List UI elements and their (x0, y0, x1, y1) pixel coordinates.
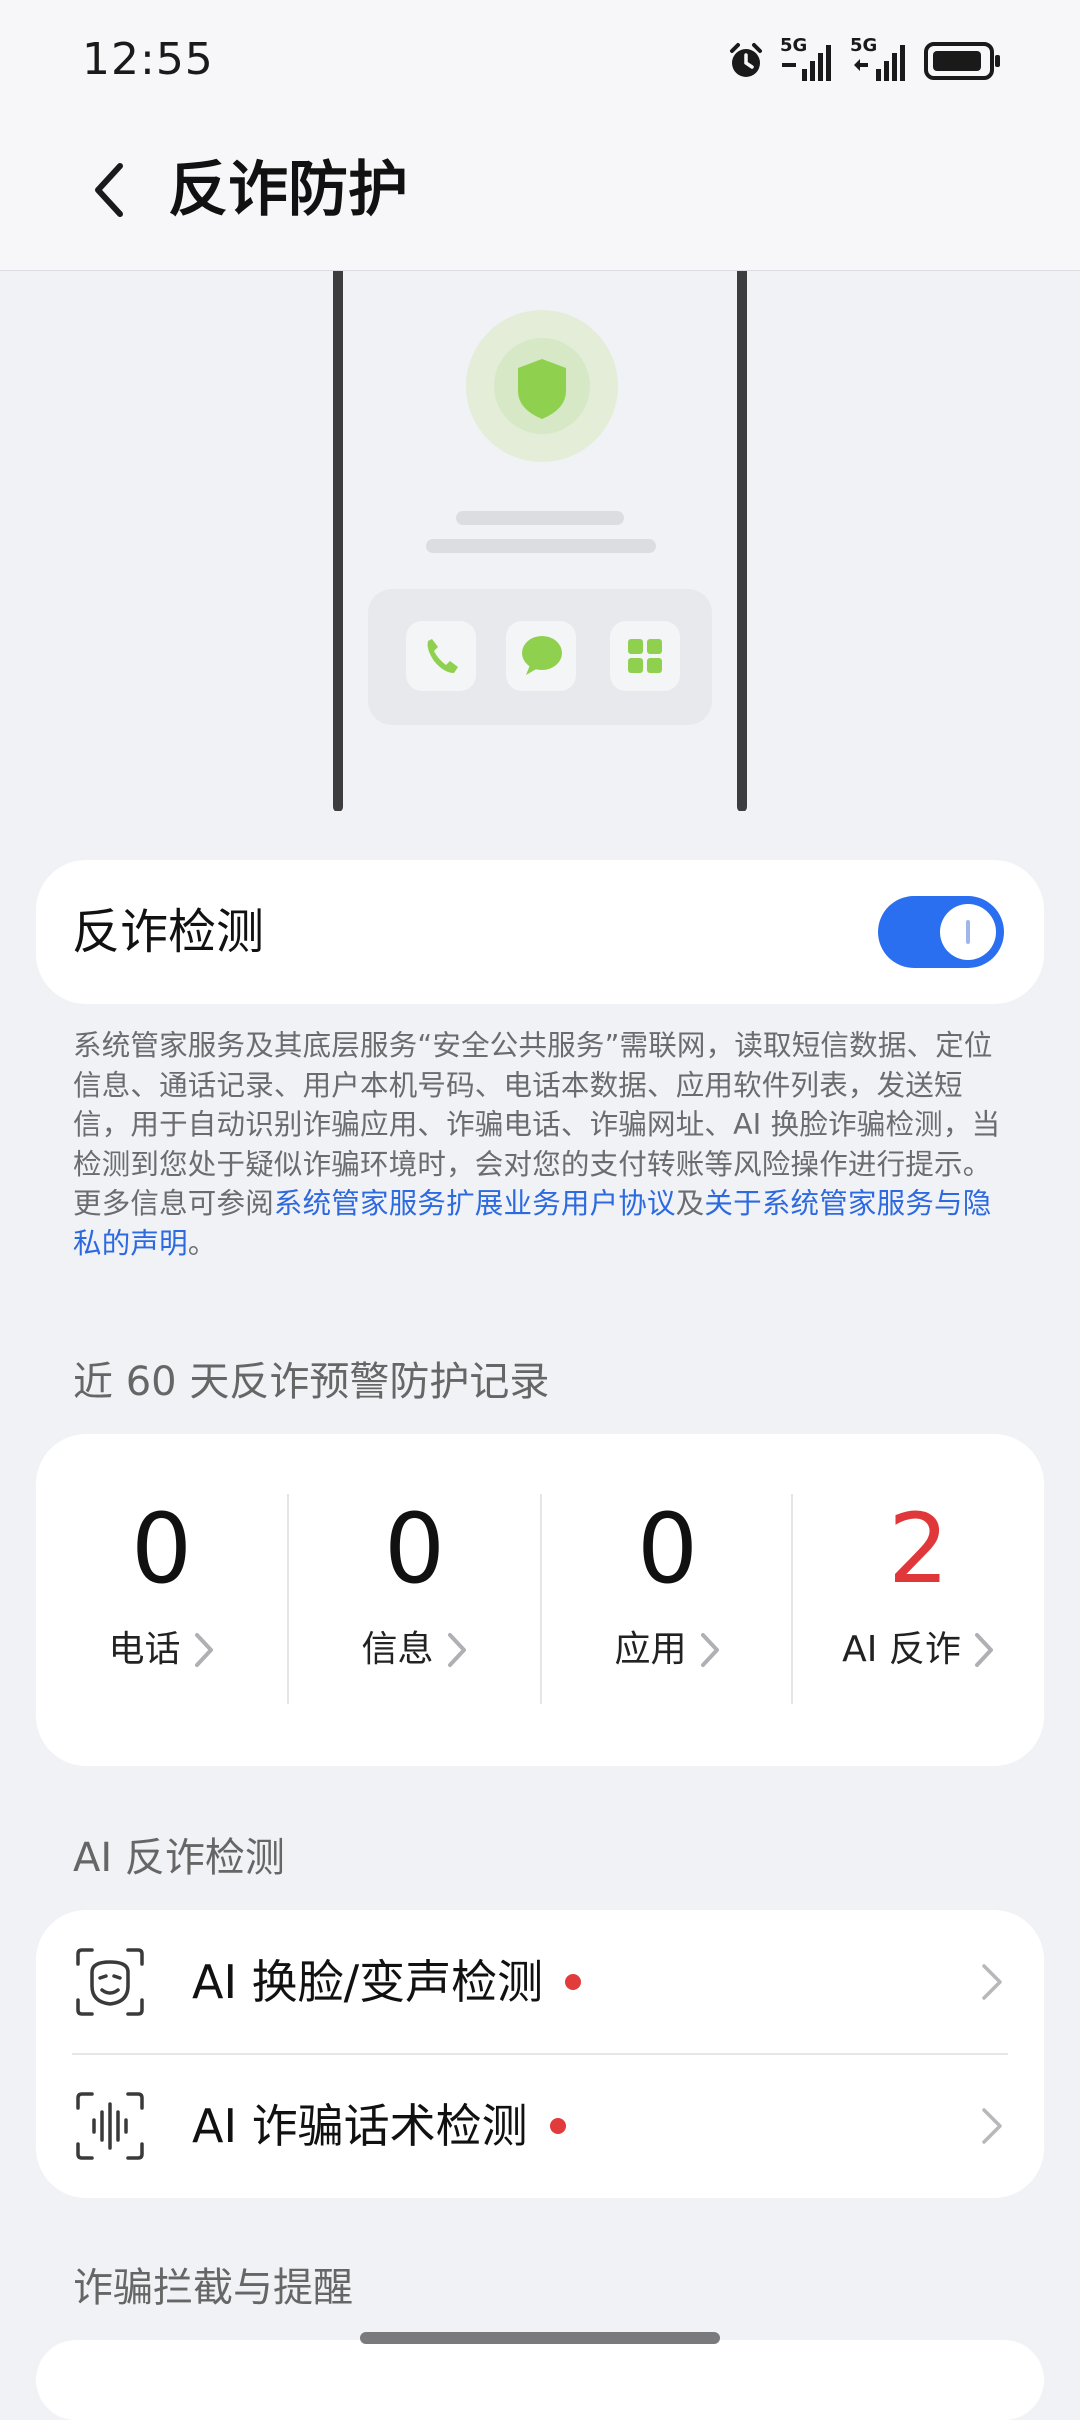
stat-label: 应用 (614, 1629, 687, 1670)
user-agreement-link[interactable]: 系统管家服务扩展业务用户协议 (274, 1187, 676, 1220)
phone-illustration (0, 264, 1080, 812)
stat-messages[interactable]: 0 信息 (289, 1494, 540, 1704)
chevron-right-icon (982, 1964, 1002, 2000)
ai-section-title: AI 反诈检测 (73, 1835, 285, 1881)
anti-fraud-detection-toggle[interactable] (878, 896, 1004, 968)
disclaimer-connector: 及 (675, 1187, 705, 1220)
app-header: 反诈防护 (0, 120, 1080, 271)
stat-value: 0 (636, 1493, 699, 1605)
stat-value: 0 (383, 1493, 446, 1605)
anti-fraud-detection-card: 反诈检测 (36, 860, 1044, 1004)
new-badge-dot (549, 2118, 566, 2134)
stat-ai-fraud[interactable]: 2 AI 反诈 (793, 1494, 1044, 1704)
chevron-right-icon (974, 1633, 993, 1667)
ai-fraud-script-detection-row[interactable]: AI 诈骗话术检测 (36, 2054, 1044, 2198)
page-title: 反诈防护 (168, 155, 408, 225)
home-indicator[interactable] (360, 2332, 720, 2344)
stat-label: AI 反诈 (842, 1629, 961, 1670)
chevron-right-icon (447, 1633, 466, 1667)
disclaimer-end: 。 (187, 1226, 217, 1260)
toggle-knob (940, 904, 996, 960)
chevron-right-icon (700, 1633, 719, 1667)
signal-indicator-2: 5G (850, 35, 910, 83)
ai-detection-card: AI 换脸/变声检测 AI 诈骗话术检测 (36, 1910, 1044, 2198)
ai-item-label: AI 诈骗话术检测 (192, 2099, 528, 2153)
battery-icon (924, 42, 1000, 80)
phone-shield-illustration (331, 264, 747, 812)
stat-value: 0 (130, 1493, 193, 1605)
stat-calls[interactable]: 0 电话 (36, 1494, 287, 1704)
signal-bars-icon (782, 45, 831, 81)
chevron-right-icon (982, 2108, 1002, 2144)
privacy-disclaimer: 系统管家服务及其底层服务“安全公共服务”需联网，读取短信数据、定位信息、通话记录… (73, 1026, 1018, 1263)
stat-apps[interactable]: 0 应用 (542, 1494, 793, 1704)
status-icons: 5G 5G (726, 35, 1002, 86)
stat-value: 2 (887, 1493, 950, 1605)
anti-fraud-detection-label: 反诈检测 (72, 904, 265, 960)
voice-scan-icon (76, 2092, 144, 2160)
back-arrow-icon (95, 163, 123, 217)
records-section-title: 近 60 天反诈预警防护记录 (73, 1359, 550, 1405)
face-scan-icon (76, 1948, 144, 2016)
new-badge-dot (565, 1974, 582, 1990)
signal-indicator-1: 5G (780, 35, 836, 83)
status-bar: 12:55 5G 5G (0, 0, 1080, 120)
ai-face-voice-detection-row[interactable]: AI 换脸/变声检测 (36, 1910, 1044, 2055)
fraud-intercept-card (36, 2340, 1044, 2420)
stat-label: 信息 (361, 1629, 434, 1670)
ai-item-label: AI 换脸/变声检测 (192, 1955, 544, 2009)
signal-bars-icon (854, 45, 905, 81)
records-card: 0 电话 0 信息 0 应用 2 AI 反诈 (36, 1434, 1044, 1766)
fraud-intercept-section-title: 诈骗拦截与提醒 (73, 2265, 353, 2311)
status-time: 12:55 (82, 34, 214, 85)
alarm-icon (730, 43, 762, 77)
back-button[interactable] (70, 150, 150, 230)
stat-label: 电话 (108, 1629, 181, 1670)
chevron-right-icon (194, 1633, 213, 1667)
